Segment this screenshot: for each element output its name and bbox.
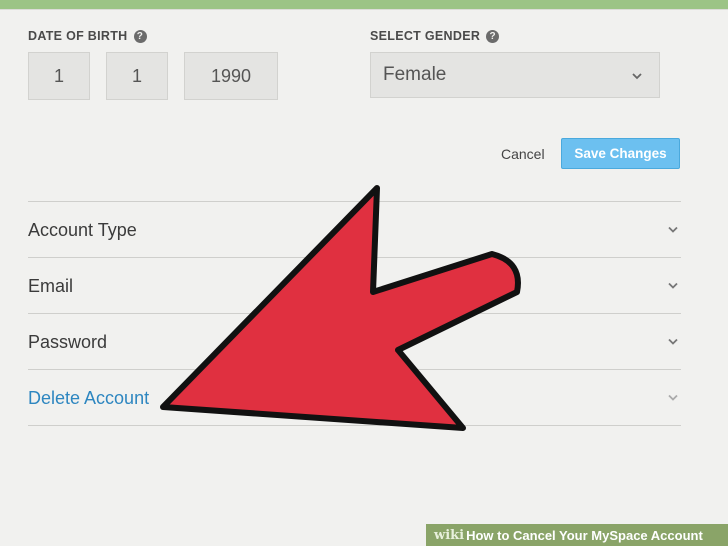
wikihow-logo-suffix: How <box>466 527 494 543</box>
caption-title: to Cancel Your MySpace Account <box>493 527 703 543</box>
arrow-shape <box>160 185 521 431</box>
wikihow-logo: wiki <box>434 527 465 543</box>
red-arrow-overlay <box>160 185 521 431</box>
wikihow-caption: wiki How to Cancel Your MySpace Account <box>426 524 728 546</box>
